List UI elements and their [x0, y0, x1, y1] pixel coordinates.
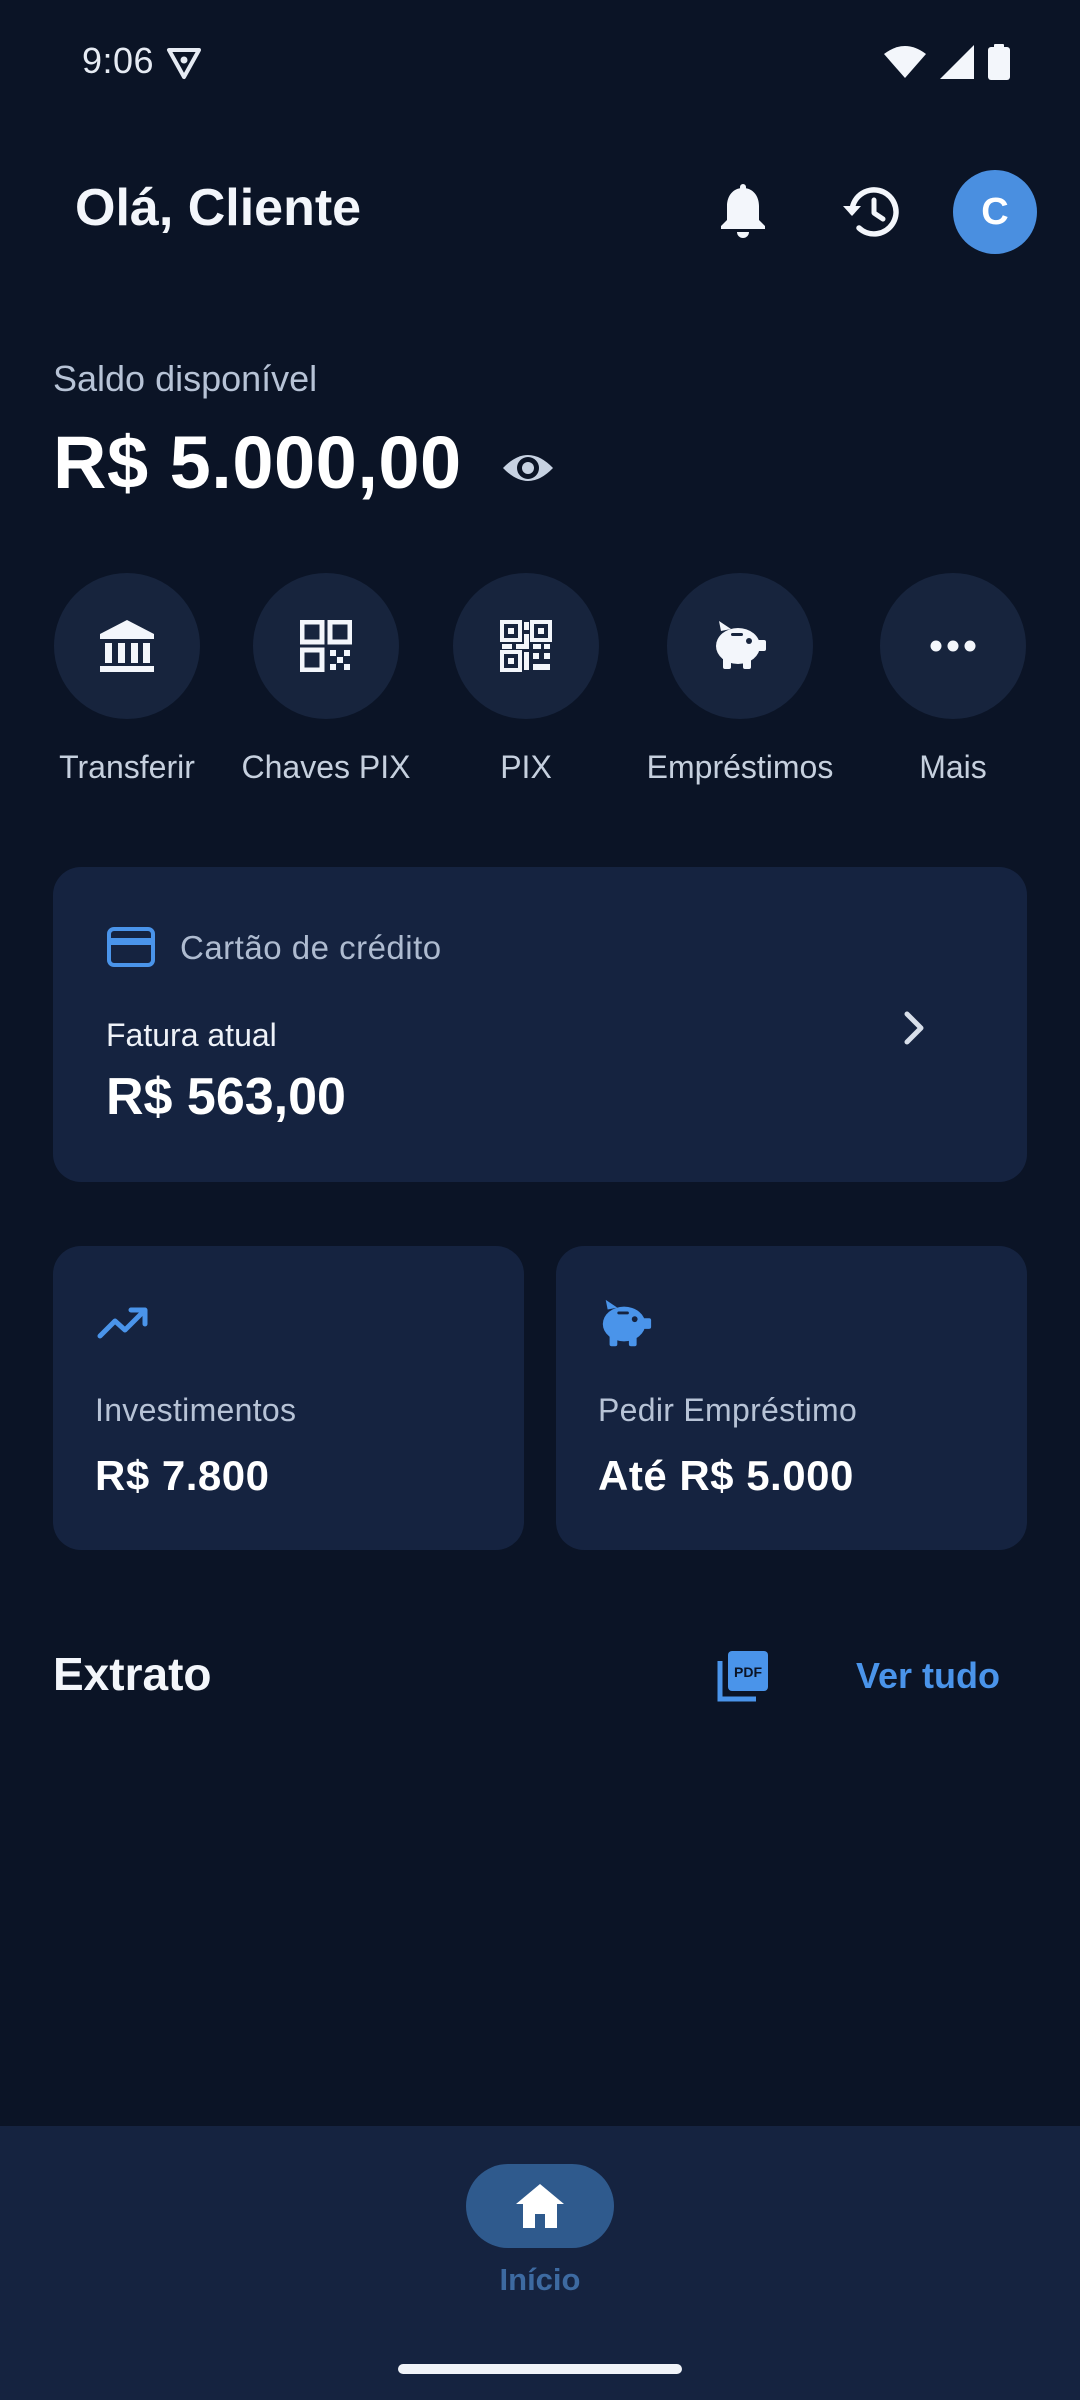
investments-value: R$ 7.800 — [95, 1452, 270, 1499]
status-time: 9:06 — [82, 40, 155, 81]
loan-label: Pedir Empréstimo — [598, 1392, 858, 1428]
credit-card-icon — [107, 927, 155, 967]
home-indicator — [398, 2364, 682, 2374]
history-icon — [843, 187, 899, 237]
balance-value: R$ 5.000,00 — [53, 421, 462, 504]
action-mais-circle[interactable] — [880, 573, 1026, 719]
avatar-button[interactable]: C — [953, 170, 1037, 254]
qr-scan-icon — [500, 620, 552, 672]
action-emprestimos-circle[interactable] — [667, 573, 813, 719]
history-button[interactable] — [834, 176, 906, 248]
status-icons — [884, 44, 1010, 80]
signal-icon — [940, 45, 974, 79]
credit-card-panel[interactable]: Cartão de crédito Fatura atual R$ 563,00 — [53, 867, 1027, 1182]
action-label: Transferir — [59, 749, 195, 785]
action-label: Empréstimos — [646, 749, 834, 785]
action-label: Mais — [919, 749, 987, 785]
statement-title: Extrato — [53, 1648, 212, 1700]
greeting-title: Olá, Cliente — [75, 179, 362, 237]
bottom-navigation: Início — [0, 2126, 1080, 2400]
invoice-amount: R$ 563,00 — [106, 1068, 346, 1126]
invoice-label: Fatura atual — [106, 1017, 277, 1053]
action-chaves-pix[interactable]: Chaves PIX — [226, 573, 426, 786]
investments-label: Investimentos — [95, 1392, 297, 1428]
vpn-key-icon — [167, 48, 201, 79]
credit-card-title: Cartão de crédito — [180, 929, 442, 966]
battery-icon — [988, 44, 1010, 80]
bank-icon — [100, 620, 154, 672]
eye-icon[interactable] — [500, 440, 556, 496]
action-label: Chaves PIX — [241, 749, 411, 785]
pdf-icon[interactable]: PDF — [712, 1647, 770, 1705]
nav-item-label[interactable]: Início — [0, 2262, 1080, 2298]
action-mais[interactable]: Mais — [853, 573, 1053, 786]
action-transferir-circle[interactable] — [54, 573, 200, 719]
notifications-button[interactable] — [707, 176, 779, 248]
qr-code-icon — [300, 620, 352, 672]
avatar-initial: C — [981, 190, 1009, 233]
piggy-bank-icon — [602, 1299, 652, 1347]
action-chaves-pix-circle[interactable] — [253, 573, 399, 719]
action-label: PIX — [500, 749, 552, 785]
home-screen: 9:06 Olá, Cliente C Saldo disponível R$ … — [0, 0, 1080, 2400]
action-transferir[interactable]: Transferir — [27, 573, 227, 786]
investments-card[interactable]: Investimentos R$ 7.800 — [53, 1246, 524, 1550]
more-dots-icon — [930, 640, 976, 652]
action-pix[interactable]: PIX — [426, 573, 626, 786]
balance-label: Saldo disponível — [53, 358, 318, 399]
bell-icon — [721, 184, 765, 238]
wifi-icon — [884, 46, 926, 78]
loan-value: Até R$ 5.000 — [598, 1452, 854, 1499]
action-pix-circle[interactable] — [453, 573, 599, 719]
trending-up-icon — [97, 1307, 148, 1339]
svg-text:PDF: PDF — [734, 1664, 762, 1680]
home-icon — [516, 2184, 564, 2228]
see-all-link[interactable]: Ver tudo — [856, 1655, 1000, 1697]
status-bar: 9:06 — [0, 0, 1080, 128]
loan-request-card[interactable]: Pedir Empréstimo Até R$ 5.000 — [556, 1246, 1027, 1550]
action-emprestimos[interactable]: Empréstimos — [640, 573, 840, 786]
chevron-right-icon — [904, 1011, 924, 1045]
nav-item-inicio[interactable] — [466, 2164, 614, 2248]
piggy-bank-icon — [716, 621, 766, 669]
